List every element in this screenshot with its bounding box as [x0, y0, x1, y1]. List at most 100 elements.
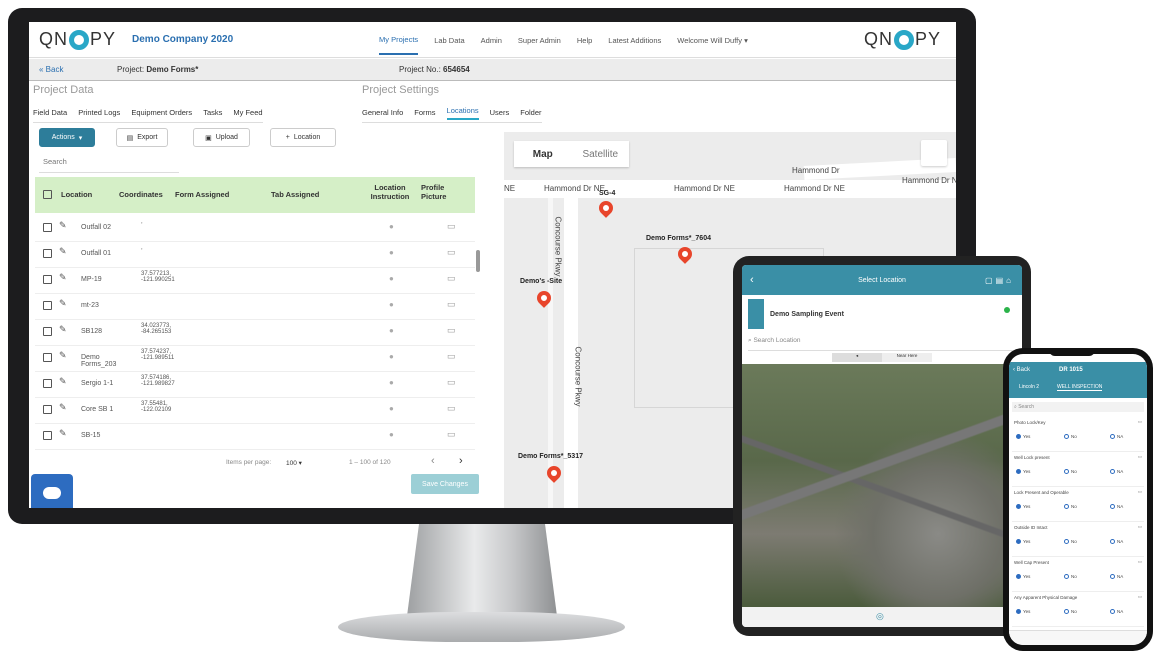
- picture-icon[interactable]: ▭: [447, 299, 456, 310]
- radio-yes[interactable]: [1016, 539, 1021, 544]
- tab-equipment-orders[interactable]: Equipment Orders: [131, 108, 192, 117]
- tab-folder[interactable]: Folder: [520, 108, 541, 117]
- satellite-aerial-map[interactable]: [742, 364, 1022, 607]
- table-row[interactable]: ✎ SB-15 ● ▭: [35, 423, 475, 450]
- table-scrollbar[interactable]: [476, 250, 480, 272]
- map-pin-sg4-icon[interactable]: [596, 198, 616, 218]
- filter-all[interactable]: ◂: [832, 353, 882, 362]
- actions-button[interactable]: Actions ▾: [39, 128, 95, 147]
- toolbar-icons[interactable]: ▢▤⌂: [985, 276, 1014, 285]
- row-checkbox[interactable]: [43, 275, 52, 284]
- table-row[interactable]: ✎ Sergio 1-1 37.574186, -121.989827 ● ▭: [35, 371, 475, 398]
- row-checkbox[interactable]: [43, 405, 52, 414]
- picture-icon[interactable]: ▭: [447, 325, 456, 336]
- tab-printed-logs[interactable]: Printed Logs: [78, 108, 120, 117]
- header-profile-picture[interactable]: Profile Picture: [421, 183, 457, 201]
- edit-icon[interactable]: ✎: [59, 324, 67, 335]
- fullscreen-icon[interactable]: [921, 140, 947, 166]
- tab-users[interactable]: Users: [490, 108, 510, 117]
- add-location-button[interactable]: + Location: [270, 128, 336, 147]
- picture-icon[interactable]: ▭: [447, 221, 456, 232]
- phone-tab-a[interactable]: Lincoln 2: [1019, 384, 1039, 390]
- radio-na[interactable]: [1110, 574, 1115, 579]
- radio-yes[interactable]: [1016, 574, 1021, 579]
- company-name[interactable]: Demo Company 2020: [132, 34, 233, 45]
- header-coordinates[interactable]: Coordinates: [119, 190, 163, 199]
- tab-field-data[interactable]: Field Data: [33, 108, 67, 117]
- export-button[interactable]: ▤ Export: [116, 128, 168, 147]
- tab-tasks[interactable]: Tasks: [203, 108, 222, 117]
- radio-na[interactable]: [1110, 609, 1115, 614]
- next-page-icon[interactable]: ›: [459, 455, 463, 467]
- comment-icon[interactable]: ▭: [1138, 594, 1142, 600]
- menu-help[interactable]: Help: [577, 36, 592, 45]
- row-checkbox[interactable]: [43, 327, 52, 336]
- picture-icon[interactable]: ▭: [447, 429, 456, 440]
- back-arrow-icon[interactable]: ‹: [750, 274, 754, 286]
- edit-icon[interactable]: ✎: [59, 428, 67, 439]
- location-search-input[interactable]: ⌕ Search Location: [748, 337, 1016, 351]
- row-checkbox[interactable]: [43, 431, 52, 440]
- picture-icon[interactable]: ▭: [447, 273, 456, 284]
- radio-na[interactable]: [1110, 539, 1115, 544]
- chat-icon[interactable]: [31, 474, 73, 508]
- menu-my-projects[interactable]: My Projects: [379, 26, 419, 55]
- select-all-checkbox[interactable]: [43, 190, 52, 199]
- radio-na[interactable]: [1110, 434, 1115, 439]
- map-tab[interactable]: Map: [514, 141, 572, 167]
- instruction-icon[interactable]: ●: [389, 248, 394, 257]
- phone-tab-b[interactable]: WELL INSPECTION: [1057, 384, 1103, 391]
- menu-lab-data[interactable]: Lab Data: [434, 36, 464, 45]
- edit-icon[interactable]: ✎: [59, 246, 67, 257]
- instruction-icon[interactable]: ●: [389, 404, 394, 413]
- items-per-page-select[interactable]: 100 ▾: [286, 459, 302, 467]
- edit-icon[interactable]: ✎: [59, 376, 67, 387]
- comment-icon[interactable]: ▭: [1138, 489, 1142, 495]
- instruction-icon[interactable]: ●: [389, 274, 394, 283]
- comment-icon[interactable]: ▭: [1138, 419, 1142, 425]
- radio-yes[interactable]: [1016, 504, 1021, 509]
- instruction-icon[interactable]: ●: [389, 326, 394, 335]
- instruction-icon[interactable]: ●: [389, 430, 394, 439]
- filter-near-here[interactable]: Near Here: [882, 353, 932, 362]
- radio-yes[interactable]: [1016, 434, 1021, 439]
- back-link[interactable]: « Back: [39, 65, 63, 74]
- location-filter-toggle[interactable]: ◂ Near Here: [832, 353, 932, 362]
- radio-no[interactable]: [1064, 469, 1069, 474]
- radio-no[interactable]: [1064, 434, 1069, 439]
- comment-icon[interactable]: ▭: [1138, 454, 1142, 460]
- radio-yes[interactable]: [1016, 469, 1021, 474]
- row-checkbox[interactable]: [43, 223, 52, 232]
- header-tab-assigned[interactable]: Tab Assigned: [271, 190, 319, 199]
- table-row[interactable]: ✎ MP-19 37.577213, -121.990251 ● ▭: [35, 267, 475, 294]
- save-changes-button[interactable]: Save Changes: [411, 474, 479, 494]
- comment-icon[interactable]: ▭: [1138, 559, 1142, 565]
- tab-locations[interactable]: Locations: [446, 106, 479, 120]
- radio-no[interactable]: [1064, 609, 1069, 614]
- edit-icon[interactable]: ✎: [59, 350, 67, 361]
- edit-icon[interactable]: ✎: [59, 272, 67, 283]
- upload-button[interactable]: ▣ Upload: [193, 128, 250, 147]
- tab-forms[interactable]: Forms: [414, 108, 435, 117]
- table-row[interactable]: ✎ Outfall 01 , ● ▭: [35, 241, 475, 268]
- table-row[interactable]: ✎ Outfall 02 , ● ▭: [35, 215, 475, 242]
- user-menu[interactable]: Welcome Will Duffy ▾: [677, 36, 748, 45]
- radio-no[interactable]: [1064, 539, 1069, 544]
- edit-icon[interactable]: ✎: [59, 220, 67, 231]
- table-row[interactable]: ✎ SB128 34.023773, -84.265153 ● ▭: [35, 319, 475, 346]
- radio-no[interactable]: [1064, 504, 1069, 509]
- menu-super-admin[interactable]: Super Admin: [518, 36, 561, 45]
- prev-page-icon[interactable]: ‹: [431, 455, 435, 467]
- instruction-icon[interactable]: ●: [389, 378, 394, 387]
- phone-back-button[interactable]: ‹ Back: [1013, 367, 1030, 373]
- table-row[interactable]: ✎ mt-23 ● ▭: [35, 293, 475, 320]
- edit-icon[interactable]: ✎: [59, 298, 67, 309]
- picture-icon[interactable]: ▭: [447, 403, 456, 414]
- phone-search-input[interactable]: ⌕ Search: [1012, 402, 1144, 412]
- edit-icon[interactable]: ✎: [59, 402, 67, 413]
- satellite-tab[interactable]: Satellite: [572, 141, 630, 167]
- comment-icon[interactable]: ▭: [1138, 524, 1142, 530]
- header-location[interactable]: Location: [61, 190, 92, 199]
- menu-admin[interactable]: Admin: [481, 36, 502, 45]
- header-form-assigned[interactable]: Form Assigned: [175, 190, 229, 199]
